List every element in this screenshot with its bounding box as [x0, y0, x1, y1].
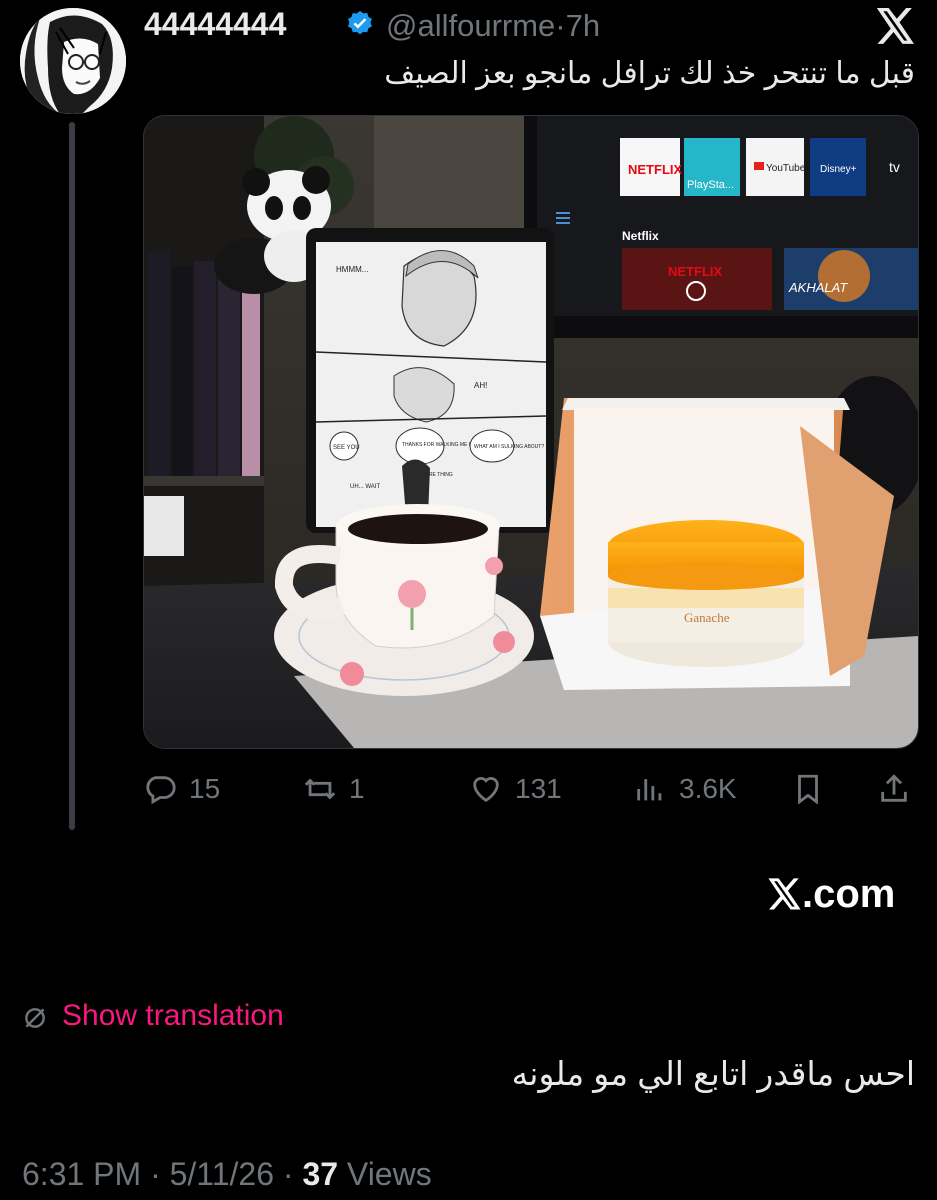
repost-icon — [304, 778, 336, 800]
tile-tv: tv — [889, 159, 900, 175]
tile-netflix: NETFLIX — [628, 162, 682, 177]
bookmark-icon — [798, 774, 818, 805]
manga-bubble-hmmm: HMMM... — [336, 265, 368, 274]
post-views-count: 37 — [302, 1156, 339, 1192]
tile-youtube: YouTube — [766, 163, 806, 174]
post-time[interactable]: 6:31 PM — [22, 1156, 141, 1192]
like-count: 131 — [515, 773, 562, 804]
handle-text: @allfourrme — [386, 8, 556, 43]
meta-separator: · — [282, 1156, 294, 1192]
post-date[interactable]: 5/11/26 — [170, 1156, 274, 1192]
x-logo-small-icon — [768, 878, 801, 910]
cake-brand-label: Ganache — [684, 610, 730, 625]
tweet-text: قبل ما تنتحر خذ لك ترافل مانجو بعز الصيف — [384, 57, 915, 90]
reply-button[interactable]: 15 — [143, 760, 220, 818]
time-ago[interactable]: 7h — [566, 8, 600, 43]
heart-icon — [473, 777, 499, 803]
share-button[interactable] — [877, 760, 911, 818]
dot-separator: · — [555, 8, 566, 43]
avatar[interactable] — [20, 8, 126, 114]
x-logo-icon[interactable] — [876, 8, 916, 44]
repost-count: 1 — [349, 773, 365, 804]
manga-bubble-sulking: WHAT AM I SULKING ABOUT? — [474, 444, 544, 450]
promo-akhalat: AKHALAT — [788, 280, 848, 295]
like-button[interactable]: 131 — [469, 760, 562, 818]
tile-disney: Disney+ — [820, 164, 857, 175]
share-icon — [881, 774, 907, 802]
manga-bubble-wait: UH... WAIT — [350, 484, 380, 490]
bookmark-button[interactable] — [791, 760, 825, 818]
show-translation-link[interactable]: Show translation — [62, 999, 284, 1033]
reply-count: 15 — [189, 773, 221, 804]
x-com-text: .com — [802, 872, 896, 916]
handle[interactable]: @allfourrme·7h — [386, 8, 600, 44]
promo-netflix: NETFLIX — [668, 264, 722, 279]
manga-bubble-ah: AH! — [474, 381, 487, 390]
tweet-photo[interactable]: NETFLIX PlaySta... YouTube Disney+ tv Ne… — [143, 115, 919, 749]
repost-button[interactable]: 1 — [303, 760, 365, 818]
manga-bubble-see-you: SEE YOU — [333, 445, 360, 451]
x-com-link[interactable]: .com — [768, 872, 895, 917]
tile-playstation: PlaySta... — [687, 179, 734, 191]
view-count: 3.6K — [679, 773, 737, 804]
verified-badge-icon — [348, 10, 372, 35]
thread-line — [69, 122, 75, 830]
views-button[interactable]: 3.6K — [633, 760, 737, 818]
tv-row-label: Netflix — [622, 229, 659, 243]
action-bar: 15 1 131 3.6K — [143, 760, 917, 818]
display-name[interactable]: 44444444 — [144, 6, 286, 43]
post-meta: 6:31 PM · 5/11/26 · 37 Views — [22, 1156, 432, 1193]
reply-icon — [146, 776, 176, 805]
reply-text: احس ماقدر اتابع الي مو ملونه — [511, 1055, 915, 1092]
post-views-label: Views — [346, 1156, 432, 1192]
meta-separator: · — [150, 1156, 161, 1192]
analytics-icon — [637, 779, 662, 801]
translate-icon — [25, 1008, 45, 1028]
